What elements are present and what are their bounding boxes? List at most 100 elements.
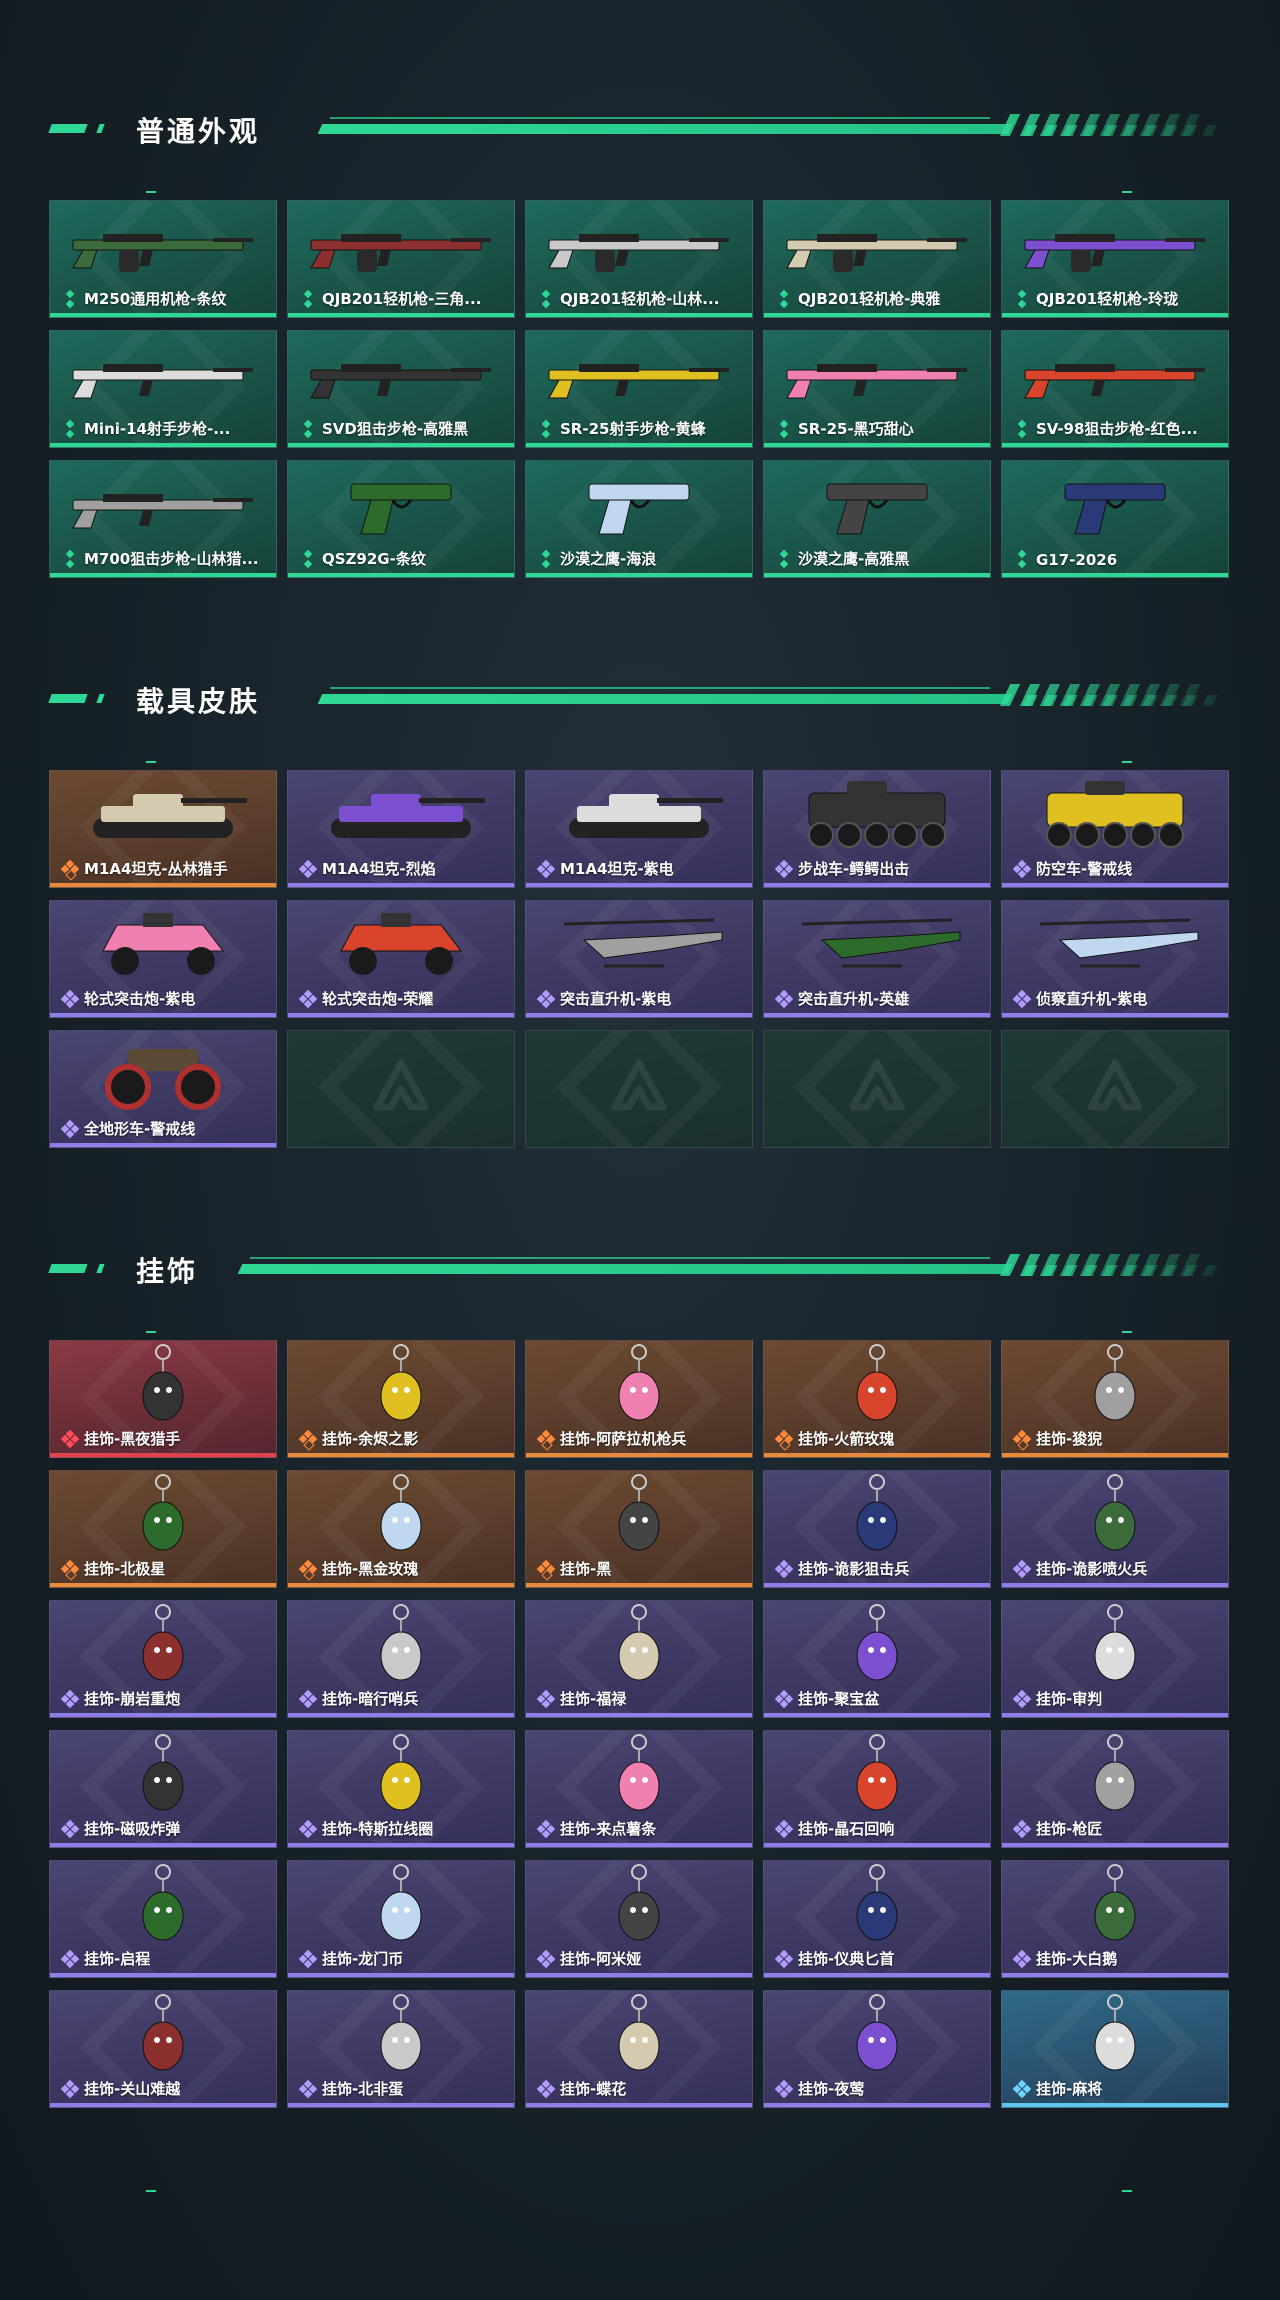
charm-icon (526, 1864, 752, 1945)
pistol-icon (1002, 465, 1228, 545)
item-card[interactable]: 挂饰-阿米娅 (525, 1860, 753, 1978)
item-label: M1A4坦克-丛林猎手 (84, 860, 228, 878)
rarity-diamond-icon (774, 1949, 794, 1969)
item-card[interactable]: 挂饰-北极星 (49, 1470, 277, 1588)
item-card[interactable]: SVD狙击步枪-高雅黑 (287, 330, 515, 448)
charm-icon (288, 1734, 514, 1815)
item-card[interactable]: QJB201轻机枪-三角... (287, 200, 515, 318)
item-label: 挂饰-阿米娅 (560, 1950, 642, 1968)
item-card[interactable]: SR-25射手步枪-黄蜂 (525, 330, 753, 448)
item-label: 轮式突击炮-荣耀 (322, 990, 434, 1008)
rarity-diamond-icon (774, 989, 794, 1009)
item-label: 挂饰-阿萨拉机枪兵 (560, 1430, 687, 1448)
item-card[interactable]: 侦察直升机-紫电 (1001, 900, 1229, 1018)
item-card[interactable]: SR-25-黑巧甜心 (763, 330, 991, 448)
section-header: 载具皮肤 (0, 670, 1280, 730)
item-card[interactable]: SV-98狙击步枪-红色... (1001, 330, 1229, 448)
section-charms: 挂饰 挂饰-黑夜猎手 挂饰-余烬之影 挂饰-阿萨拉机枪兵 挂饰-火箭玫瑰 挂饰-… (0, 1240, 1280, 2108)
item-card[interactable]: 挂饰-黑夜猎手 (49, 1340, 277, 1458)
header-accent-dash (96, 694, 105, 703)
item-label: QJB201轻机枪-三角... (322, 290, 482, 308)
item-card[interactable]: 沙漠之鹰-高雅黑 (763, 460, 991, 578)
rarity-diamond-icon (60, 1819, 80, 1839)
item-label: M700狙击步枪-山林猎... (84, 550, 259, 568)
item-card[interactable]: 挂饰-诡影狙击兵 (763, 1470, 991, 1588)
item-card[interactable]: 挂饰-启程 (49, 1860, 277, 1978)
rarity-diamond-icon (774, 1819, 794, 1839)
item-card[interactable]: 挂饰-审判 (1001, 1600, 1229, 1718)
charm-icon (50, 1604, 276, 1685)
charm-icon (526, 1734, 752, 1815)
item-card[interactable]: 轮式突击炮-荣耀 (287, 900, 515, 1018)
item-card[interactable]: QSZ92G-条纹 (287, 460, 515, 578)
item-card[interactable]: 挂饰-来点薯条 (525, 1730, 753, 1848)
item-card[interactable]: M700狙击步枪-山林猎... (49, 460, 277, 578)
item-card[interactable]: 挂饰-火箭玫瑰 (763, 1340, 991, 1458)
rarity-diamond-icon (536, 1429, 556, 1451)
rifle-icon (50, 335, 276, 415)
rarity-diamond-icon (60, 1559, 80, 1581)
item-card[interactable]: QJB201轻机枪-典雅 (763, 200, 991, 318)
item-card[interactable]: 挂饰-福禄 (525, 1600, 753, 1718)
item-card[interactable]: 挂饰-崩岩重炮 (49, 1600, 277, 1718)
item-card[interactable]: 步战车-鳄鳄出击 (763, 770, 991, 888)
item-card[interactable]: 挂饰-暗行哨兵 (287, 1600, 515, 1718)
rarity-diamond-icon (538, 289, 554, 309)
item-card[interactable]: 挂饰-余烬之影 (287, 1340, 515, 1458)
item-card[interactable]: 挂饰-夜莺 (763, 1990, 991, 2108)
item-card[interactable]: 挂饰-蝶花 (525, 1990, 753, 2108)
item-card[interactable]: 挂饰-龙门币 (287, 1860, 515, 1978)
item-card[interactable]: 挂饰-枪匠 (1001, 1730, 1229, 1848)
item-label: G17-2026 (1036, 551, 1118, 569)
item-card[interactable]: 挂饰-狻猊 (1001, 1340, 1229, 1458)
item-card[interactable]: 挂饰-麻将 (1001, 1990, 1229, 2108)
item-card[interactable]: 挂饰-特斯拉线圈 (287, 1730, 515, 1848)
item-card[interactable]: 挂饰-诡影喷火兵 (1001, 1470, 1229, 1588)
rarity-diamond-icon (1012, 859, 1032, 879)
item-card[interactable]: QJB201轻机枪-山林... (525, 200, 753, 318)
item-label: 挂饰-蝶花 (560, 2080, 627, 2098)
item-label: 挂饰-黑金玫瑰 (322, 1560, 419, 1578)
item-card[interactable]: M1A4坦克-烈焰 (287, 770, 515, 888)
item-card[interactable]: Mini-14射手步枪-... (49, 330, 277, 448)
item-label: Mini-14射手步枪-... (84, 420, 231, 438)
item-card[interactable]: 挂饰-关山难越 (49, 1990, 277, 2108)
item-card[interactable]: QJB201轻机枪-玲珑 (1001, 200, 1229, 318)
item-card[interactable]: 挂饰-阿萨拉机枪兵 (525, 1340, 753, 1458)
item-card[interactable]: 轮式突击炮-紫电 (49, 900, 277, 1018)
rarity-diamond-icon (60, 2079, 80, 2099)
item-card[interactable]: M1A4坦克-丛林猎手 (49, 770, 277, 888)
item-card[interactable]: 沙漠之鹰-海浪 (525, 460, 753, 578)
charm-icon (526, 1344, 752, 1425)
item-card[interactable]: 挂饰-磁吸炸弹 (49, 1730, 277, 1848)
item-card[interactable]: 突击直升机-英雄 (763, 900, 991, 1018)
item-card[interactable]: G17-2026 (1001, 460, 1229, 578)
item-label: 挂饰-聚宝盆 (798, 1690, 880, 1708)
item-card[interactable]: 挂饰-大白鹅 (1001, 1860, 1229, 1978)
item-card[interactable]: 突击直升机-紫电 (525, 900, 753, 1018)
rarity-diamond-icon (1014, 419, 1030, 439)
charm-icon (1002, 1864, 1228, 1945)
item-card[interactable]: 挂饰-聚宝盆 (763, 1600, 991, 1718)
item-label: SR-25-黑巧甜心 (798, 420, 914, 438)
pistol-icon (526, 465, 752, 545)
item-card[interactable]: 挂饰-黑 (525, 1470, 753, 1588)
item-card[interactable]: M1A4坦克-紫电 (525, 770, 753, 888)
item-label: 挂饰-诡影喷火兵 (1036, 1560, 1148, 1578)
section-title: 载具皮肤 (136, 685, 261, 718)
item-card[interactable]: 挂饰-黑金玫瑰 (287, 1470, 515, 1588)
item-card[interactable]: M250通用机枪-条纹 (49, 200, 277, 318)
item-card[interactable]: 挂饰-北非蛋 (287, 1990, 515, 2108)
item-card[interactable]: 挂饰-仪典匕首 (763, 1860, 991, 1978)
header-bar (317, 694, 1013, 704)
rifle-icon (1002, 335, 1228, 415)
item-card[interactable]: 防空车-警戒线 (1001, 770, 1229, 888)
corner-tick (1122, 1331, 1132, 1333)
item-label: QJB201轻机枪-山林... (560, 290, 720, 308)
placeholder-logo-icon (371, 1057, 431, 1121)
item-card[interactable]: 挂饰-晶石回响 (763, 1730, 991, 1848)
charm-icon (764, 1344, 990, 1425)
rarity-diamond-icon (774, 1429, 794, 1451)
rarity-diamond-icon (536, 859, 556, 879)
item-card[interactable]: 全地形车-警戒线 (49, 1030, 277, 1148)
